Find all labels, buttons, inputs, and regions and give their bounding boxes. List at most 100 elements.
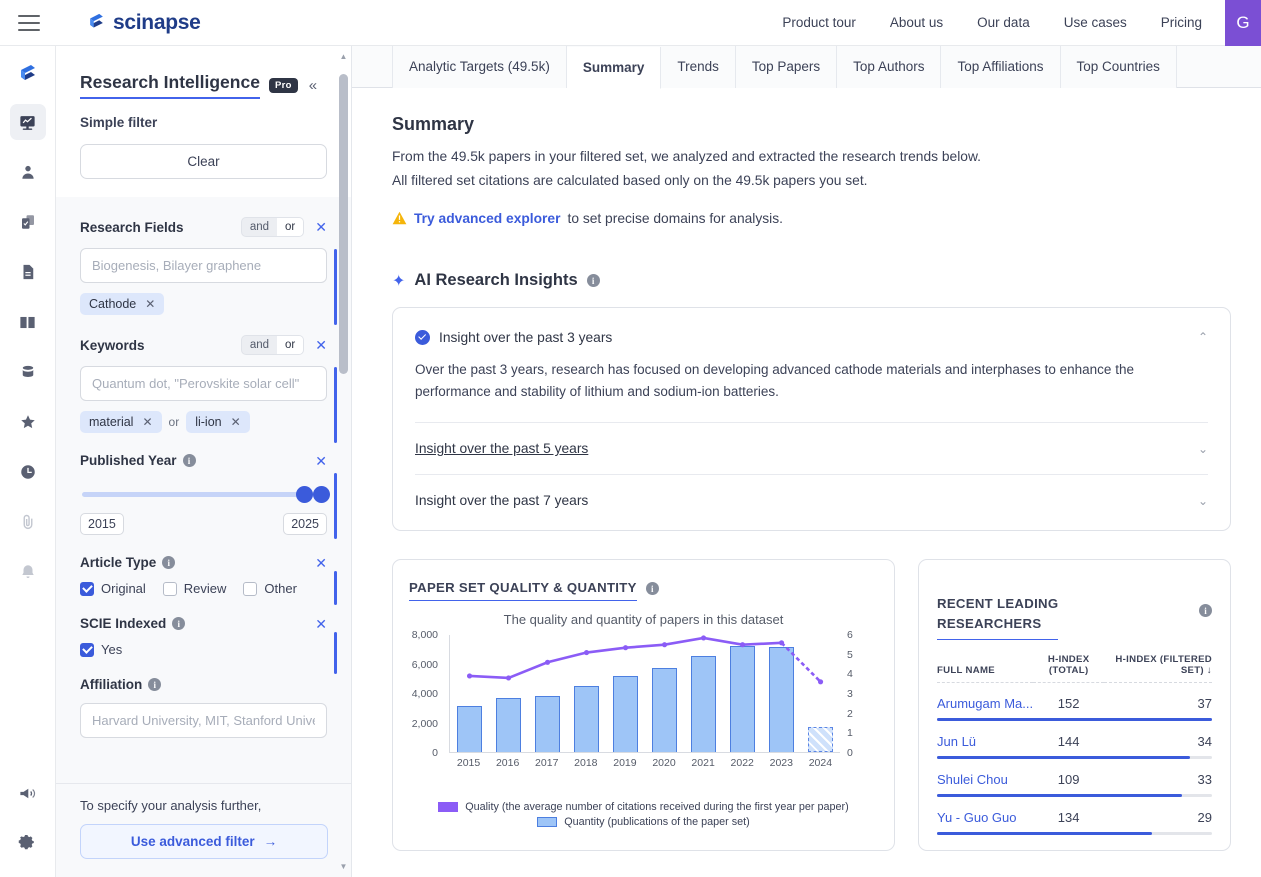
remove-research-fields-icon[interactable]: ✕: [315, 220, 327, 234]
info-icon[interactable]: i: [646, 582, 659, 595]
chip-remove-icon[interactable]: ✕: [145, 297, 155, 311]
research-fields-input[interactable]: [80, 248, 327, 283]
rail-logo-icon[interactable]: [18, 64, 38, 91]
tab-top-affiliations[interactable]: Top Affiliations: [941, 46, 1060, 88]
year-range-slider[interactable]: [82, 484, 325, 504]
info-icon[interactable]: i: [1199, 604, 1212, 617]
y-axis-left: 02,0004,0006,0008,000: [409, 635, 443, 753]
scrollbar-thumb[interactable]: [339, 74, 348, 374]
checkbox-scie-yes[interactable]: Yes: [80, 642, 122, 657]
rail-item-database[interactable]: [10, 354, 46, 390]
avatar[interactable]: G: [1225, 0, 1261, 46]
rail-item-notifications[interactable]: [10, 554, 46, 590]
remove-scie-icon[interactable]: ✕: [315, 617, 327, 631]
info-icon[interactable]: i: [172, 617, 185, 630]
hamburger-icon[interactable]: [18, 15, 40, 31]
table-row[interactable]: Arumugam Ma...15237: [937, 682, 1212, 718]
insight-3-years-header[interactable]: Insight over the past 3 years ⌃: [415, 330, 1208, 345]
tab-top-papers[interactable]: Top Papers: [736, 46, 837, 88]
checkbox-label: Original: [101, 581, 146, 596]
tab-top-countries[interactable]: Top Countries: [1061, 46, 1177, 88]
y-tick-right: 2: [847, 708, 853, 720]
rail-item-analytics[interactable]: [10, 104, 46, 140]
checkbox-review[interactable]: Review: [163, 581, 227, 596]
table-row[interactable]: Shulei Chou10933: [937, 759, 1212, 794]
nav-pricing[interactable]: Pricing: [1144, 0, 1219, 46]
op-and[interactable]: and: [242, 336, 277, 354]
chevron-down-icon[interactable]: ⌄: [1198, 442, 1208, 456]
scroll-down-icon[interactable]: ▼: [339, 862, 348, 871]
col-h-index-total[interactable]: H-INDEX (TOTAL): [1033, 654, 1104, 683]
use-advanced-filter-button[interactable]: Use advanced filter →: [80, 824, 328, 859]
y-tick-right: 4: [847, 668, 853, 680]
checkbox-original[interactable]: Original: [80, 581, 146, 596]
rail-item-document[interactable]: [10, 254, 46, 290]
remove-published-year-icon[interactable]: ✕: [315, 454, 327, 468]
op-or[interactable]: or: [277, 218, 303, 236]
rail-item-clipboard[interactable]: [10, 204, 46, 240]
rail-item-announcements[interactable]: [10, 775, 46, 811]
checkbox-other[interactable]: Other: [243, 581, 297, 596]
rail-item-person[interactable]: [10, 154, 46, 190]
chevron-up-icon[interactable]: ⌃: [1198, 330, 1208, 344]
researcher-name[interactable]: Arumugam Ma...: [937, 682, 1033, 718]
slider-knob-max[interactable]: [313, 486, 330, 503]
tab-trends[interactable]: Trends: [661, 46, 736, 88]
keywords-operator[interactable]: and or: [241, 335, 304, 355]
research-fields-operator[interactable]: and or: [241, 217, 304, 237]
tab-summary[interactable]: Summary: [567, 47, 662, 89]
info-icon[interactable]: i: [148, 678, 161, 691]
try-advanced-explorer-link[interactable]: Try advanced explorer: [414, 211, 560, 226]
clear-button[interactable]: Clear: [80, 144, 327, 179]
info-icon[interactable]: i: [587, 274, 600, 287]
table-row[interactable]: Jun Lü14434: [937, 721, 1212, 756]
rail-item-clock[interactable]: [10, 454, 46, 490]
chevron-down-icon[interactable]: ⌄: [1198, 494, 1208, 508]
chip-remove-icon[interactable]: ✕: [142, 415, 152, 429]
info-icon[interactable]: i: [162, 556, 175, 569]
x-tick-2016: 2016: [488, 757, 527, 769]
nav-use-cases[interactable]: Use cases: [1047, 0, 1144, 46]
chip-remove-icon[interactable]: ✕: [231, 415, 241, 429]
chart-subtitle: The quality and quantity of papers in th…: [409, 612, 878, 627]
remove-keywords-icon[interactable]: ✕: [315, 338, 327, 352]
gear-icon: [18, 834, 37, 853]
scroll-up-icon[interactable]: ▲: [339, 52, 348, 61]
chip-cathode[interactable]: Cathode ✕: [80, 293, 164, 315]
rail-item-book[interactable]: [10, 304, 46, 340]
rail-item-settings[interactable]: [10, 825, 46, 861]
panel-scrollbar[interactable]: ▲ ▼: [339, 52, 348, 871]
chart-plot: [449, 635, 840, 753]
year-max-input[interactable]: 2025: [283, 513, 327, 535]
info-icon[interactable]: i: [183, 454, 196, 467]
rail-item-attachments[interactable]: [10, 504, 46, 540]
researcher-name[interactable]: Shulei Chou: [937, 759, 1033, 794]
table-row[interactable]: Yu - Guo Guo13429: [937, 797, 1212, 832]
insight-7-years-header[interactable]: Insight over the past 7 years ⌄: [415, 493, 1208, 508]
year-min-input[interactable]: 2015: [80, 513, 124, 535]
col-h-index-filtered[interactable]: H-INDEX (FILTERED SET) ↓: [1104, 654, 1212, 683]
affiliation-input[interactable]: [80, 703, 327, 738]
col-full-name[interactable]: FULL NAME: [937, 654, 1033, 683]
insight-5-years-header[interactable]: Insight over the past 5 years ⌄: [415, 441, 1208, 456]
collapse-panel-icon[interactable]: «: [309, 77, 317, 94]
op-and[interactable]: and: [242, 218, 277, 236]
x-tick-2019: 2019: [605, 757, 644, 769]
chip-material[interactable]: material ✕: [80, 411, 162, 433]
sort-descending-icon[interactable]: ↓: [1207, 665, 1212, 676]
researcher-name[interactable]: Jun Lü: [937, 721, 1033, 756]
nav-our-data[interactable]: Our data: [960, 0, 1047, 46]
nav-product-tour[interactable]: Product tour: [765, 0, 873, 46]
chip-li-ion[interactable]: li-ion ✕: [186, 411, 249, 433]
keywords-input[interactable]: [80, 366, 327, 401]
remove-article-type-icon[interactable]: ✕: [315, 556, 327, 570]
nav-about-us[interactable]: About us: [873, 0, 960, 46]
tab-top-authors[interactable]: Top Authors: [837, 46, 941, 88]
brand-logo[interactable]: scinapse: [87, 11, 201, 35]
table-title-line2: RESEARCHERS: [937, 616, 1041, 631]
tab-analytic-targets[interactable]: Analytic Targets (49.5k): [392, 46, 567, 88]
researcher-name[interactable]: Yu - Guo Guo: [937, 797, 1033, 832]
rail-item-star[interactable]: [10, 404, 46, 440]
op-or[interactable]: or: [277, 336, 303, 354]
slider-knob-min[interactable]: [296, 486, 313, 503]
